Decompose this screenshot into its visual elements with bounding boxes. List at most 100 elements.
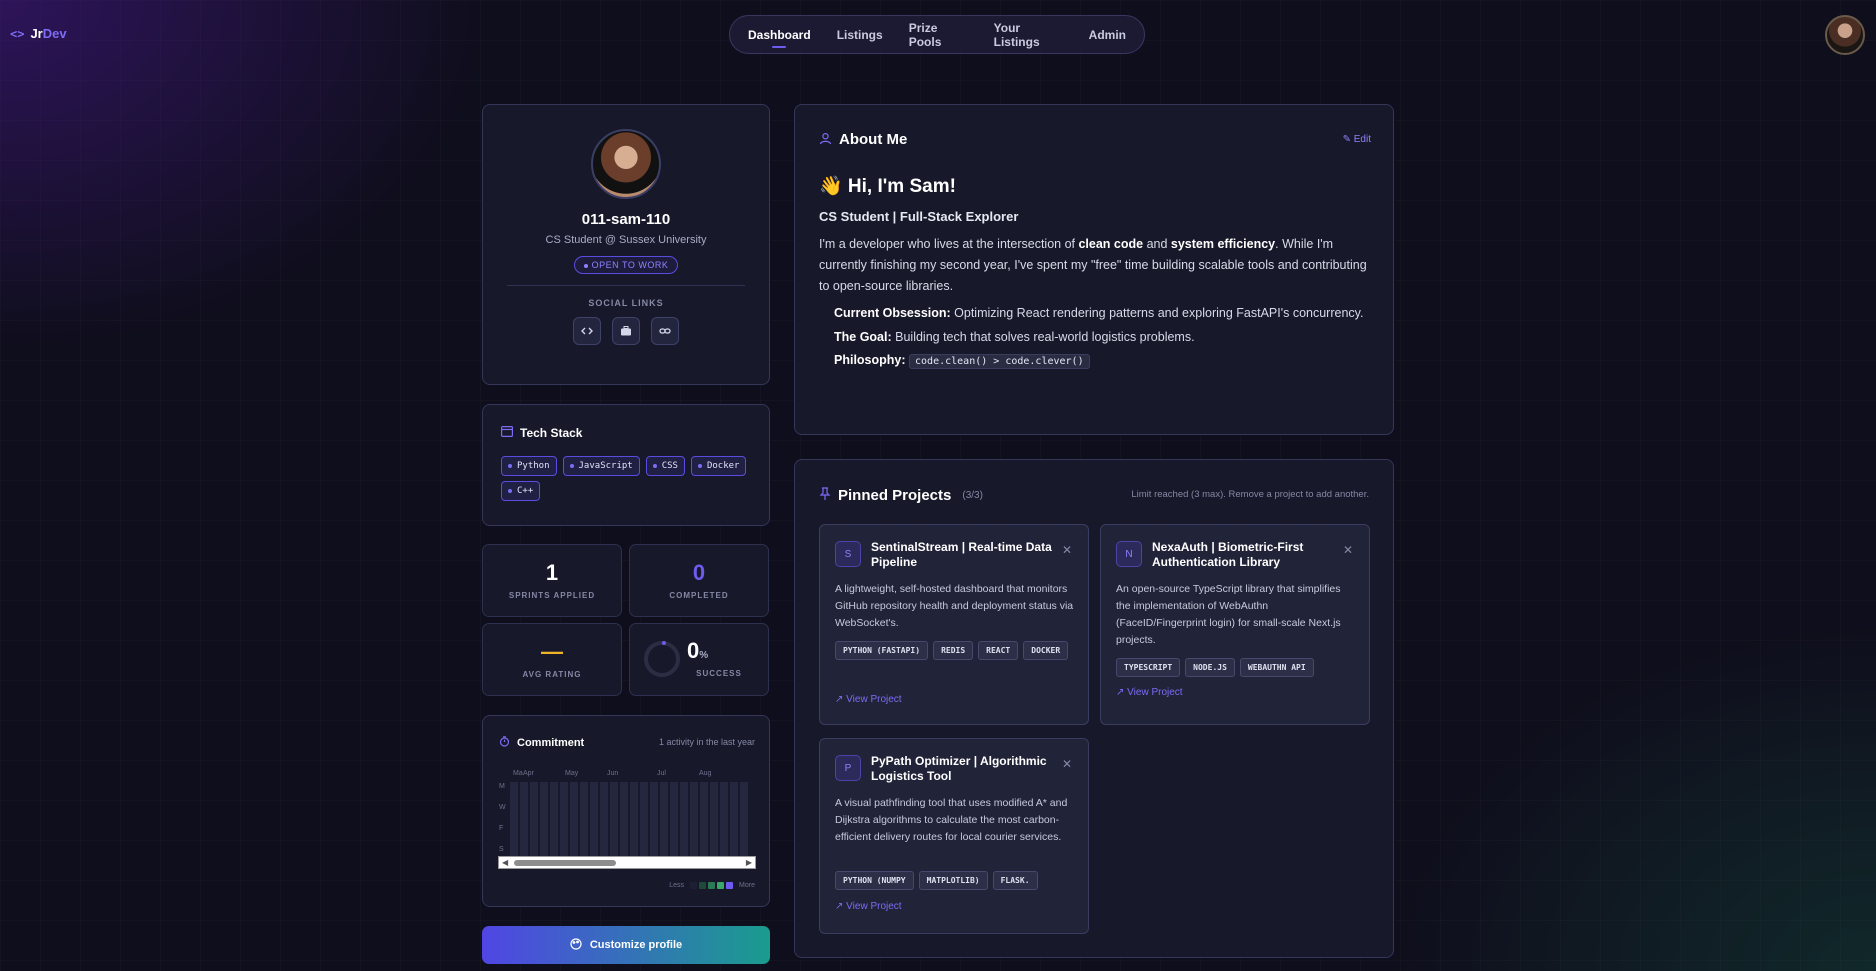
commitment-note: 1 activity in the last year xyxy=(658,737,755,747)
tech-stack-header: Tech Stack xyxy=(501,426,582,440)
day-label: S xyxy=(499,846,504,853)
legend-swatch xyxy=(726,882,734,889)
briefcase-icon[interactable] xyxy=(612,317,640,345)
close-icon[interactable]: ✕ xyxy=(1343,543,1353,557)
about-header: About Me xyxy=(819,131,907,148)
grid-scrollbar[interactable]: ◀ ▶ xyxy=(498,856,756,869)
about-bullet: Philosophy: code.clean() > code.clever() xyxy=(834,353,1090,369)
tech-chip: C++ xyxy=(501,481,541,501)
nav-prize-pools[interactable]: Prize Pools xyxy=(897,15,980,55)
project-tags: PYTHON (FASTAPI) REDIS REACT DOCKER xyxy=(835,641,1075,660)
code-icon[interactable] xyxy=(573,317,601,345)
about-paragraph: I'm a developer who lives at the interse… xyxy=(819,237,1367,293)
project-card[interactable]: N NexaAuth | Biometric-First Authenticat… xyxy=(1100,524,1370,725)
project-description: A visual pathfinding tool that uses modi… xyxy=(835,797,1068,843)
stat-label: SUCCESS xyxy=(696,669,742,678)
legend-swatch xyxy=(708,882,716,889)
project-card[interactable]: S SentinalStream | Real-time Data Pipeli… xyxy=(819,524,1089,725)
view-project-link[interactable]: ↗ View Project xyxy=(835,901,902,912)
pin-icon xyxy=(819,487,831,504)
project-tag: WEBAUTHN API xyxy=(1239,658,1314,677)
pinned-count: (3/3) xyxy=(962,490,983,501)
about-subtitle: CS Student | Full-Stack Explorer xyxy=(819,209,1019,224)
edit-about-button[interactable]: ✎ Edit xyxy=(1343,134,1371,145)
about-title: About Me xyxy=(839,131,908,148)
scroll-left-icon[interactable]: ◀ xyxy=(502,859,508,867)
tech-chip: CSS xyxy=(645,456,685,476)
user-avatar[interactable] xyxy=(1825,15,1865,55)
about-bullet: Current Obsession: Optimizing React rend… xyxy=(834,306,1364,320)
month-label: Aug xyxy=(699,770,712,777)
pinned-title: Pinned Projects xyxy=(838,487,952,504)
stat-value: 0 xyxy=(692,560,706,585)
project-card[interactable]: P PyPath Optimizer | Algorithmic Logisti… xyxy=(819,738,1089,934)
social-links-label: SOCIAL LINKS xyxy=(588,298,664,308)
project-title: SentinalStream | Real-time Data Pipeline xyxy=(871,540,1052,569)
stat-label: AVG RATING xyxy=(522,670,582,679)
project-tag: REDIS xyxy=(933,641,974,660)
project-title: PyPath Optimizer | Algorithmic Logistics… xyxy=(871,754,1047,783)
stat-value: 1 xyxy=(545,560,559,585)
commitment-header: Commitment xyxy=(499,736,584,750)
pinned-projects-card: Pinned Projects (3/3) Limit reached (3 m… xyxy=(794,459,1394,958)
day-label: W xyxy=(499,804,506,811)
scroll-right-icon[interactable]: ▶ xyxy=(746,859,752,867)
commitment-title: Commitment xyxy=(517,737,585,749)
open-to-work-label: OPEN TO WORK xyxy=(591,260,669,270)
tech-chip: Docker xyxy=(690,456,747,476)
customize-profile-button[interactable]: Customize profile xyxy=(482,926,770,964)
month-label: Apr xyxy=(523,770,534,777)
divider xyxy=(507,285,745,286)
project-description: A lightweight, self-hosted dashboard tha… xyxy=(835,583,1074,629)
project-title: NexaAuth | Biometric-First Authenticatio… xyxy=(1152,540,1304,569)
link-icon[interactable] xyxy=(651,317,679,345)
nav-dashboard[interactable]: Dashboard xyxy=(736,22,823,48)
day-label: F xyxy=(499,825,504,832)
status-dot xyxy=(583,263,588,268)
project-initial: S xyxy=(835,541,861,567)
project-tag: FLASK. xyxy=(992,871,1038,890)
stat-label: SPRINTS APPLIED xyxy=(508,591,596,600)
project-tag: REACT xyxy=(978,641,1019,660)
view-project-link[interactable]: ↗ View Project xyxy=(835,694,902,705)
project-tag: NODE.JS xyxy=(1185,658,1235,677)
stat-sprints-applied: 1 SPRINTS APPLIED xyxy=(482,544,622,617)
project-description: An open-source TypeScript library that s… xyxy=(1116,583,1341,646)
close-icon[interactable]: ✕ xyxy=(1062,757,1072,771)
tech-chips: Python JavaScript CSS Docker C++ xyxy=(501,456,751,501)
user-icon xyxy=(819,132,832,148)
about-me-card: About Me ✎ Edit 👋 Hi, I'm Sam! CS Studen… xyxy=(794,104,1394,435)
tech-chip: Python xyxy=(501,456,557,476)
month-label: Jun xyxy=(607,770,619,777)
view-project-link[interactable]: ↗ View Project xyxy=(1116,687,1183,698)
brand-dev: Dev xyxy=(42,26,67,41)
social-links xyxy=(483,317,769,345)
legend-swatch xyxy=(690,882,698,889)
close-icon[interactable]: ✕ xyxy=(1062,543,1072,557)
stat-value: — xyxy=(541,639,563,664)
nav-admin[interactable]: Admin xyxy=(1077,22,1138,48)
commitment-card: Commitment 1 activity in the last year M… xyxy=(482,715,770,907)
brand-logo[interactable]: <> JrDev xyxy=(10,26,67,41)
project-tag: TYPESCRIPT xyxy=(1116,658,1181,677)
edit-label: Edit xyxy=(1353,134,1371,145)
scrollbar-thumb[interactable] xyxy=(514,860,616,866)
stat-value: 0% xyxy=(687,638,709,663)
profile-card: 011-sam-110 CS Student @ Sussex Universi… xyxy=(482,104,770,385)
code-icon: <> xyxy=(10,26,25,41)
profile-username: 011-sam-110 xyxy=(581,211,671,228)
contribution-legend: Less More xyxy=(669,882,755,889)
month-label: May xyxy=(565,770,579,777)
stat-label: COMPLETED xyxy=(669,591,729,600)
project-tag: MATPLOTLIB) xyxy=(918,871,988,890)
nav-your-listings[interactable]: Your Listings xyxy=(982,15,1075,55)
project-tags: TYPESCRIPT NODE.JS WEBAUTHN API xyxy=(1116,658,1356,677)
external-link-icon: ↗ xyxy=(835,901,844,912)
external-link-icon: ↗ xyxy=(1116,687,1125,698)
project-tags: PYTHON (NUMPY MATPLOTLIB) FLASK. xyxy=(835,871,1075,890)
nav-listings[interactable]: Listings xyxy=(825,22,895,48)
stat-success: 0% SUCCESS xyxy=(629,623,769,696)
palette-icon xyxy=(570,937,582,953)
tech-stack-card: Tech Stack Python JavaScript CSS Docker … xyxy=(482,404,770,526)
about-greeting: 👋 Hi, I'm Sam! xyxy=(819,176,956,197)
